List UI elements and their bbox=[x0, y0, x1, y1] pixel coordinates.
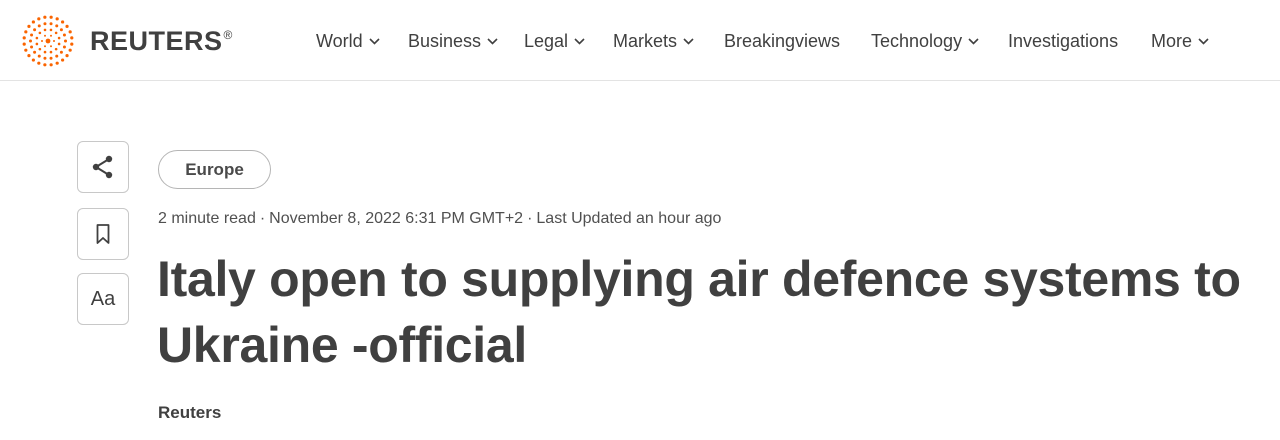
last-updated: Last Updated an hour ago bbox=[536, 210, 722, 227]
nav-item-label: Markets bbox=[613, 30, 678, 51]
text-size-icon: Aa bbox=[90, 287, 116, 310]
share-button[interactable] bbox=[77, 141, 129, 193]
nav-item-label: More bbox=[1151, 30, 1193, 51]
category-label: Europe bbox=[185, 159, 244, 179]
nav-item-label: Breakingviews bbox=[724, 30, 841, 51]
chevron-down-icon bbox=[968, 37, 979, 45]
nav-item-world[interactable]: World bbox=[316, 26, 380, 56]
bookmark-button[interactable] bbox=[77, 208, 129, 260]
bookmark-icon bbox=[96, 224, 110, 244]
nav-item-investigations[interactable]: Investigations bbox=[1008, 26, 1118, 56]
category-tag[interactable]: Europe bbox=[158, 150, 271, 189]
nav-item-label: Legal bbox=[524, 30, 569, 51]
read-time: 2 minute read bbox=[158, 210, 256, 227]
text-size-button[interactable]: Aa bbox=[77, 273, 129, 325]
chevron-down-icon bbox=[1198, 37, 1209, 45]
article-meta: 2 minute read · November 8, 2022 6:31 PM G… bbox=[158, 210, 722, 227]
nav-item-label: Technology bbox=[871, 30, 963, 51]
nav-item-label: Investigations bbox=[1008, 30, 1119, 51]
nav-item-breakingviews[interactable]: Breakingviews bbox=[724, 26, 840, 56]
nav-item-label: Business bbox=[408, 30, 482, 51]
logo-wordmark: REUTERS® bbox=[90, 25, 233, 56]
share-icon bbox=[92, 155, 113, 179]
nav-item-business[interactable]: Business bbox=[408, 26, 498, 56]
reuters-logo-icon bbox=[22, 15, 74, 67]
article-title: Italy open to supplying air defence syst… bbox=[157, 251, 1241, 373]
chevron-down-icon bbox=[369, 37, 380, 45]
chevron-down-icon bbox=[574, 37, 585, 45]
article-byline: Reuters bbox=[158, 403, 222, 422]
nav-item-legal[interactable]: Legal bbox=[524, 26, 585, 56]
site-header: REUTERS® World Business Legal Markets Br… bbox=[0, 0, 1280, 81]
nav-item-label: World bbox=[316, 30, 363, 51]
publish-date: November 8, 2022 6:31 PM GMT+2 bbox=[269, 210, 524, 227]
reuters-logo[interactable]: REUTERS® bbox=[20, 13, 233, 69]
nav-item-markets[interactable]: Markets bbox=[613, 26, 694, 56]
chevron-down-icon bbox=[487, 37, 498, 45]
chevron-down-icon bbox=[683, 37, 694, 45]
nav-item-more[interactable]: More bbox=[1151, 26, 1209, 56]
nav-item-technology[interactable]: Technology bbox=[871, 26, 979, 56]
